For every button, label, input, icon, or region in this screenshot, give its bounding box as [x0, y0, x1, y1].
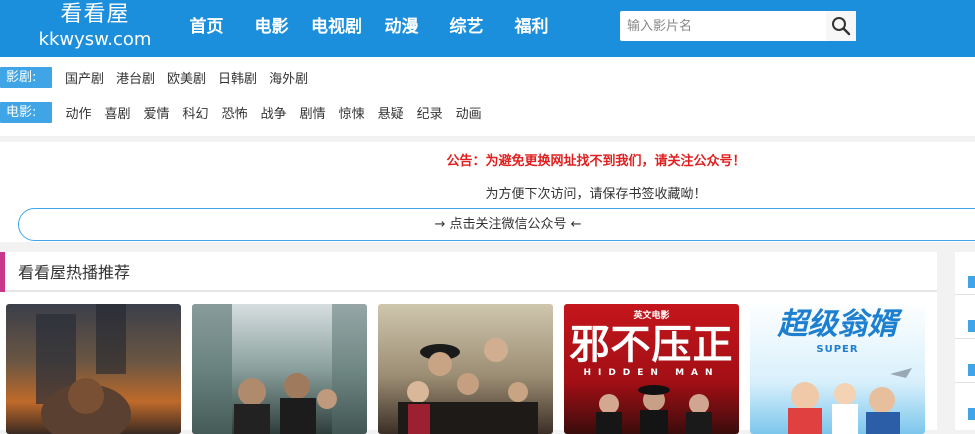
hidden-man-poster[interactable]: 英文电影 邪不压正 HIDDEN MAN [564, 304, 739, 434]
hot-recommend-section: 看看屋热播推荐 英文电影 邪不压正 HIDDEN MAN 超级翁婿 SUPER [0, 252, 937, 434]
divider [955, 338, 975, 339]
main-nav: 首页 电影 电视剧 动漫 综艺 福利 [174, 0, 564, 57]
divider [955, 294, 975, 295]
category-item[interactable]: 剧情 [300, 103, 326, 122]
side-rank-marker [968, 408, 975, 420]
skyscraper-poster[interactable] [6, 304, 181, 434]
category-item[interactable]: 爱情 [144, 103, 170, 122]
category-item[interactable]: 纪录 [417, 103, 443, 122]
site-header: 看看屋 kkwysw.com 首页 电影 电视剧 动漫 综艺 福利 [0, 0, 975, 57]
search-input[interactable] [620, 11, 826, 41]
logo-domain: kkwysw.com [38, 29, 152, 50]
category-item[interactable]: 喜剧 [105, 103, 131, 122]
logo-title: 看看屋 [60, 2, 130, 27]
category-item[interactable]: 恐怖 [222, 103, 248, 122]
city-action-poster[interactable] [192, 304, 367, 434]
category-item[interactable]: 动画 [456, 103, 482, 122]
poster-art [596, 385, 712, 434]
site-logo[interactable]: 看看屋 kkwysw.com [20, 2, 170, 52]
poster-art [192, 304, 367, 434]
poster-art [36, 304, 131, 434]
poster-art [788, 368, 912, 434]
category-item[interactable]: 科幻 [183, 103, 209, 122]
bookmark-tip: 为方便下次访问，请保存书签收藏呦！ [485, 187, 707, 202]
nav-home[interactable]: 首页 [174, 0, 239, 57]
notice-panel: 公告：为避免更换网址找不到我们，请关注公众号！ 为方便下次访问，请保存书签收藏呦… [0, 142, 975, 242]
search-button[interactable] [826, 11, 856, 41]
nav-welfare[interactable]: 福利 [499, 0, 564, 57]
category-item[interactable]: 惊悚 [339, 103, 365, 122]
divider [955, 382, 975, 383]
super-son-in-law-poster[interactable]: 超级翁婿 SUPER [750, 304, 925, 434]
category-item[interactable]: 港台剧 [116, 68, 155, 87]
category-item[interactable]: 海外剧 [269, 68, 308, 87]
category-item[interactable]: 动作 [66, 103, 92, 122]
category-item[interactable]: 日韩剧 [218, 68, 257, 87]
nav-variety[interactable]: 综艺 [434, 0, 499, 57]
side-rank-marker [968, 320, 975, 332]
section-accent-bar [0, 252, 5, 292]
side-rank-strip [955, 252, 975, 430]
category-item[interactable]: 战争 [261, 103, 287, 122]
follow-wechat-button[interactable]: → 点击关注微信公众号 ← [18, 208, 975, 241]
announcement-text: 公告：为避免更换网址找不到我们，请关注公众号！ [446, 154, 746, 169]
section-header: 看看屋热播推荐 [0, 252, 937, 292]
category-label-movie: 电影: [0, 101, 52, 123]
category-filter: 影剧: 国产剧 港台剧 欧美剧 日韩剧 海外剧 电影: 动作 喜剧 爱情 科幻 … [0, 57, 975, 136]
nav-movie[interactable]: 电影 [239, 0, 304, 57]
category-row-movie: 电影: 动作 喜剧 爱情 科幻 恐怖 战争 剧情 惊悚 悬疑 纪录 动画 [0, 100, 488, 124]
period-drama-poster[interactable] [378, 304, 553, 434]
poster-list: 英文电影 邪不压正 HIDDEN MAN 超级翁婿 SUPER [6, 304, 937, 434]
search-box [620, 11, 856, 41]
category-item[interactable]: 欧美剧 [167, 68, 206, 87]
nav-tv[interactable]: 电视剧 [304, 0, 369, 57]
category-label-drama: 影剧: [0, 66, 52, 88]
section-title: 看看屋热播推荐 [18, 263, 131, 282]
category-item[interactable]: 国产剧 [65, 68, 104, 87]
search-icon [832, 17, 851, 36]
side-rank-marker [968, 276, 975, 288]
nav-anime[interactable]: 动漫 [369, 0, 434, 57]
category-item[interactable]: 悬疑 [378, 103, 404, 122]
side-rank-marker [968, 364, 975, 376]
poster-art [398, 338, 538, 434]
category-row-drama: 影剧: 国产剧 港台剧 欧美剧 日韩剧 海外剧 [0, 65, 314, 89]
